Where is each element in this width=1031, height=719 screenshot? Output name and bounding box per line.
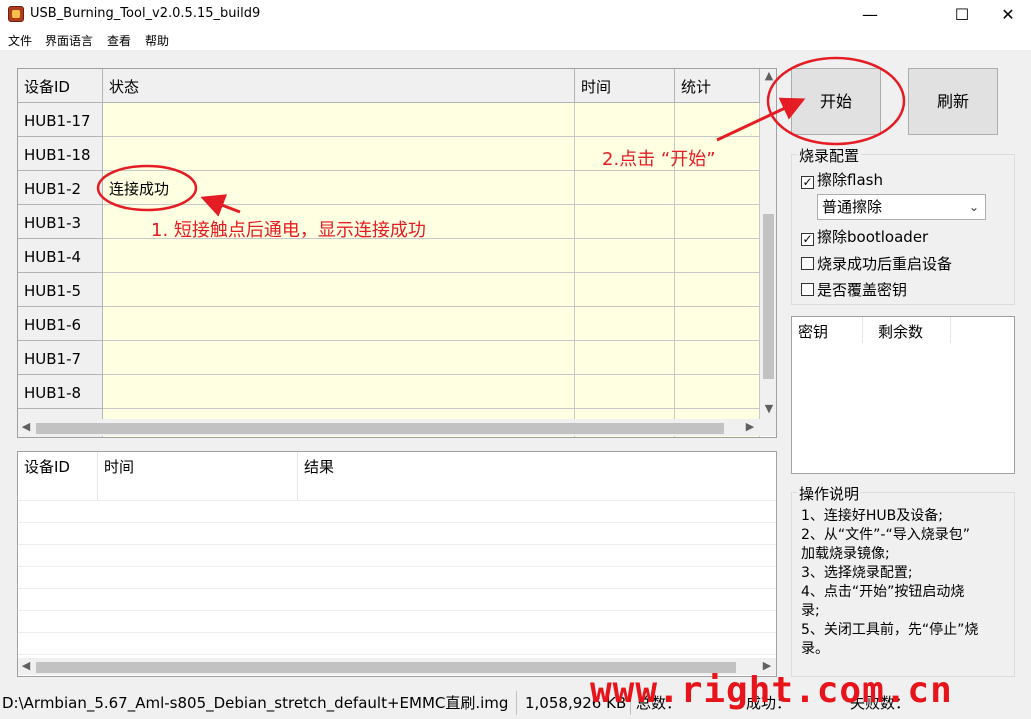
table-row[interactable]: HUB1-2 连接成功 <box>18 171 760 205</box>
log-scroll-left-icon[interactable]: ◀ <box>19 659 33 672</box>
scroll-left-icon[interactable]: ◀ <box>19 420 33 433</box>
checkbox-empty-icon[interactable] <box>801 283 814 296</box>
window-title: USB_Burning_Tool_v2.0.5.15_build9 <box>30 6 261 21</box>
time-cell <box>575 103 675 137</box>
close-button[interactable]: ✕ <box>985 0 1031 30</box>
device-id-cell: HUB1-8 <box>18 375 103 409</box>
device-table-vscrollbar[interactable]: ▲ ▼ <box>760 69 776 419</box>
log-header-result[interactable]: 结果 <box>298 452 776 500</box>
menu-language[interactable]: 界面语言 <box>45 32 93 49</box>
stats-cell <box>675 205 760 239</box>
device-id-cell: HUB1-7 <box>18 341 103 375</box>
vscroll-thumb[interactable] <box>763 214 774 379</box>
title-bar: USB_Burning_Tool_v2.0.5.15_build9 — ☐ ✕ <box>0 0 1031 30</box>
watermark: www.right.com.cn <box>590 670 953 711</box>
time-cell <box>575 341 675 375</box>
device-id-cell: HUB1-4 <box>18 239 103 273</box>
header-device-id[interactable]: 设备ID <box>18 69 103 103</box>
scroll-up-icon[interactable]: ▲ <box>762 69 776 82</box>
check-icon[interactable]: ✓ <box>801 233 814 246</box>
stats-cell <box>675 103 760 137</box>
key-header-key[interactable]: 密钥 <box>798 321 828 342</box>
check-icon[interactable]: ✓ <box>801 176 814 189</box>
status-cell <box>103 341 575 375</box>
status-cell: 连接成功 <box>103 171 575 205</box>
status-cell <box>103 239 575 273</box>
log-table: 设备ID 时间 结果 ◀ ▶ <box>17 451 777 677</box>
device-id-cell: HUB1-3 <box>18 205 103 239</box>
table-row[interactable]: HUB1-7 <box>18 341 760 375</box>
time-cell <box>575 205 675 239</box>
device-id-cell: HUB1-17 <box>18 103 103 137</box>
device-table: 设备ID 状态 时间 统计 HUB1-17 HUB1-18 HUB1-2 连接成功 HU… <box>17 68 777 438</box>
scroll-down-icon[interactable]: ▼ <box>762 402 776 415</box>
app-icon <box>8 6 24 22</box>
status-cell <box>103 103 575 137</box>
refresh-button[interactable]: 刷新 <box>908 68 998 135</box>
erase-mode-select[interactable]: 普通擦除 ⌄ <box>817 194 986 220</box>
stats-cell <box>675 239 760 273</box>
stats-cell <box>675 375 760 409</box>
log-header-time[interactable]: 时间 <box>98 452 298 500</box>
time-cell <box>575 273 675 307</box>
overwrite-key-checkbox[interactable]: 是否覆盖密钥 <box>801 279 907 300</box>
instructions-text: 1、连接好HUB及设备; 2、从“文件”-“导入烧录包” 加载烧录镜像; 3、选… <box>801 508 979 657</box>
time-cell <box>575 375 675 409</box>
hscroll-thumb[interactable] <box>36 423 724 434</box>
erase-flash-checkbox[interactable]: ✓ 擦除flash <box>801 169 883 190</box>
device-id-cell: HUB1-6 <box>18 307 103 341</box>
menu-view[interactable]: 查看 <box>107 32 131 49</box>
table-row[interactable]: HUB1-5 <box>18 273 760 307</box>
status-cell <box>103 273 575 307</box>
menu-bar: 文件 界面语言 查看 帮助 <box>0 30 1031 50</box>
stats-cell <box>675 273 760 307</box>
stats-cell <box>675 307 760 341</box>
time-cell <box>575 307 675 341</box>
annotation-step1: 1. 短接触点后通电，显示连接成功 <box>151 220 426 241</box>
table-row[interactable]: HUB1-17 <box>18 103 760 137</box>
key-header-remaining[interactable]: 剩余数 <box>878 321 923 342</box>
header-status[interactable]: 状态 <box>103 69 575 103</box>
instructions-title: 操作说明 <box>797 483 862 504</box>
scroll-right-icon[interactable]: ▶ <box>743 420 757 433</box>
erase-bootloader-checkbox[interactable]: ✓ 擦除bootloader <box>801 226 928 247</box>
status-cell <box>103 307 575 341</box>
table-row[interactable]: HUB1-6 <box>18 307 760 341</box>
chevron-down-icon: ⌄ <box>968 200 979 214</box>
key-table: 密钥 剩余数 <box>791 316 1015 474</box>
table-row[interactable]: HUB1-4 <box>18 239 760 273</box>
device-table-header: 设备ID 状态 时间 统计 <box>18 69 760 103</box>
time-cell <box>575 239 675 273</box>
header-stats[interactable]: 统计 <box>675 69 760 103</box>
minimize-button[interactable]: — <box>847 0 893 30</box>
time-cell <box>575 171 675 205</box>
maximize-button[interactable]: ☐ <box>939 0 985 30</box>
stats-cell <box>675 341 760 375</box>
device-id-cell: HUB1-2 <box>18 171 103 205</box>
annotation-step2: 2.点击 “开始” <box>602 149 716 170</box>
device-id-cell: HUB1-18 <box>18 137 103 171</box>
table-row[interactable]: HUB1-8 <box>18 375 760 409</box>
device-table-hscrollbar[interactable]: ◀ ▶ <box>18 419 776 436</box>
device-id-cell: HUB1-5 <box>18 273 103 307</box>
start-button[interactable]: 开始 <box>791 68 881 135</box>
log-header-device-id[interactable]: 设备ID <box>18 452 98 500</box>
burn-config-title: 烧录配置 <box>797 145 862 166</box>
status-file-path: D:\Armbian_5.67_Aml-s805_Debian_stretch_… <box>2 694 509 712</box>
reboot-after-checkbox[interactable]: 烧录成功后重启设备 <box>801 253 952 274</box>
menu-help[interactable]: 帮助 <box>145 32 169 49</box>
menu-file[interactable]: 文件 <box>8 32 32 49</box>
status-cell <box>103 375 575 409</box>
header-time[interactable]: 时间 <box>575 69 675 103</box>
checkbox-empty-icon[interactable] <box>801 257 814 270</box>
stats-cell <box>675 171 760 205</box>
status-cell <box>103 137 575 171</box>
